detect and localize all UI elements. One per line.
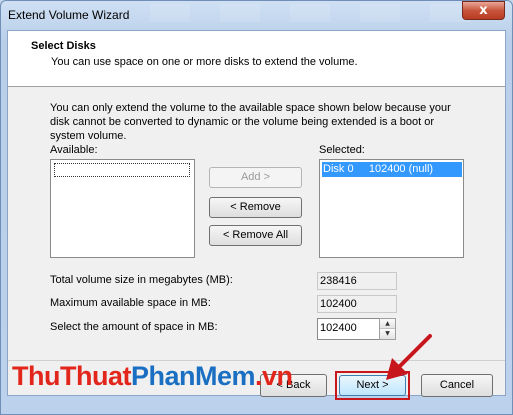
amount-label: Select the amount of space in MB: [50,321,218,333]
total-size-label: Total volume size in megabytes (MB): [50,274,233,286]
remove-button-label: < Remove [230,201,281,213]
close-button[interactable]: x [462,1,505,20]
page-title: Select Disks [31,40,96,52]
watermark-part-2: PhanMem [130,361,256,391]
remove-all-button[interactable]: < Remove All [209,225,302,246]
available-list[interactable] [50,159,195,258]
window-title: Extend Volume Wizard [8,8,130,22]
info-text: You can only extend the volume to the av… [50,102,451,142]
max-space-field: 102400 [317,295,397,313]
titlebar-background [150,4,490,22]
add-button-label: Add > [240,171,271,183]
add-button[interactable]: Add > [209,167,302,188]
watermark-part-3: .vn [255,361,293,391]
selected-list[interactable]: Disk 0 102400 (null) [319,159,464,258]
amount-input[interactable]: 102400 [317,318,380,340]
watermark: ThuThuatPhanMem.vn [12,361,293,392]
remove-all-button-label: < Remove All [222,229,289,241]
annotation-arrow-icon [386,334,432,380]
list-focus-rect [54,163,190,177]
cancel-button-label: Cancel [439,379,475,391]
list-item[interactable]: Disk 0 102400 (null) [322,162,462,177]
watermark-part-1: ThuThuat [12,361,131,391]
total-size-field: 238416 [317,272,397,290]
page-subtitle: You can use space on one or more disks t… [51,56,358,68]
close-icon: x [479,3,488,18]
remove-button[interactable]: < Remove [209,197,302,218]
max-space-label: Maximum available space in MB: [50,297,211,309]
selected-label: Selected: [319,144,365,156]
spin-up-icon[interactable]: ▲ [380,319,395,329]
available-label: Available: [50,144,98,156]
